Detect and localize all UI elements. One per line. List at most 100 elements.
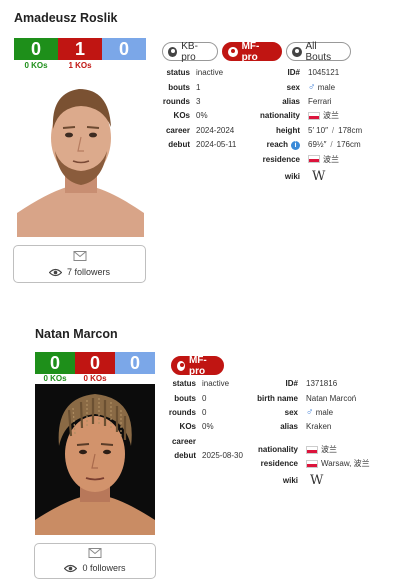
record-boxes: 0 0 0 — [35, 352, 155, 374]
status-value: inactive — [196, 68, 224, 78]
residence-value[interactable]: 波兰 — [323, 155, 339, 164]
wiki-label: wiki — [282, 476, 298, 486]
tab-mf-pro[interactable]: MF-pro — [222, 40, 282, 63]
status-label: status — [172, 379, 196, 389]
user-icon — [168, 46, 178, 57]
height-metric: 178cm — [338, 125, 363, 135]
wikipedia-icon[interactable]: W — [312, 169, 325, 184]
career-value: 2024-2024 — [196, 125, 235, 135]
birth-name-label: birth name — [257, 393, 298, 403]
followers-count: 0 followers — [82, 563, 126, 573]
bouts-value: 1 — [196, 82, 201, 92]
poland-flag-icon — [306, 445, 318, 454]
id-label: ID# — [285, 379, 298, 389]
debut-label: debut — [174, 451, 196, 461]
tab-all-bouts[interactable]: All Bouts — [286, 40, 351, 63]
status-value: inactive — [202, 379, 230, 389]
wins-count: 0 — [14, 38, 58, 60]
alias-value: Kraken — [306, 422, 332, 432]
ko-row: 0 KOs 0 KOs — [35, 374, 115, 383]
mail-icon[interactable] — [88, 548, 102, 558]
residence-label: residence — [262, 154, 300, 164]
wiki-label: wiki — [284, 171, 300, 181]
draws-count: 0 — [115, 352, 155, 374]
male-icon: ♂ — [308, 81, 316, 93]
losses-count: 0 — [75, 352, 115, 374]
user-icon — [292, 46, 302, 57]
residence-label: residence — [260, 459, 298, 469]
stats-right: ID# 1371816 birth name Natan Marcoń sex ♂ m… — [250, 377, 370, 491]
follow-card: 7 followers — [13, 245, 146, 283]
bouts-label: bouts — [168, 82, 190, 92]
male-icon: ♂ — [306, 406, 314, 418]
fighter-name[interactable]: Amadeusz Roslik — [14, 11, 118, 25]
fighter-name[interactable]: Natan Marcon — [35, 327, 118, 341]
poland-flag-icon — [306, 460, 318, 469]
bouts-value: 0 — [202, 393, 207, 403]
tab-label: All Bouts — [305, 40, 332, 63]
follow-card: 0 followers — [34, 543, 156, 579]
fighter-photo — [17, 71, 144, 237]
user-icon — [228, 46, 238, 57]
reach-label: reach — [266, 140, 288, 150]
wikipedia-icon[interactable]: W — [310, 474, 323, 488]
kos-value: 0% — [196, 111, 208, 121]
wins-ko-count: 0 KOs — [24, 61, 48, 70]
info-icon[interactable]: i — [291, 140, 300, 150]
id-value: 1045121 — [308, 68, 340, 78]
rounds-value: 0 — [202, 407, 207, 417]
debut-label: debut — [168, 140, 190, 150]
debut-value[interactable]: 2025-08-30 — [202, 449, 243, 463]
nationality-label: nationality — [257, 444, 298, 454]
nationality-value[interactable]: 波兰 — [321, 445, 337, 454]
sex-value: male — [315, 407, 334, 417]
tab-label: MF-pro — [188, 354, 207, 377]
rounds-label: rounds — [168, 407, 196, 417]
tab-label: KB-pro — [181, 40, 198, 63]
career-label: career — [165, 125, 190, 135]
nationality-value[interactable]: 波兰 — [323, 111, 339, 120]
tab-label: MF-pro — [241, 40, 260, 63]
wins-count: 0 — [35, 352, 75, 374]
rounds-value: 3 — [196, 96, 201, 106]
tab-mf-pro[interactable]: MF-pro — [171, 354, 224, 377]
eye-icon — [64, 564, 78, 572]
alias-value: Ferrari — [308, 96, 332, 106]
rounds-label: rounds — [162, 96, 190, 106]
sex-label: sex — [286, 82, 300, 92]
id-label: ID# — [287, 68, 300, 78]
poland-flag-icon — [308, 112, 320, 121]
height-label: height — [276, 125, 300, 135]
alias-label: alias — [280, 422, 298, 432]
reach-separator: / — [330, 140, 333, 150]
tab-kb-pro[interactable]: KB-pro — [162, 40, 218, 63]
birth-name-value: Natan Marcoń — [306, 393, 357, 403]
followers-row[interactable]: 0 followers — [35, 563, 155, 573]
stats-right: ID# 1045121 sex ♂ male alias Ferrari nation… — [244, 66, 362, 187]
losses-ko-count: 0 KOs — [83, 374, 107, 383]
height-separator: / — [331, 125, 335, 135]
ko-row: 0 KOs 1 KOs — [14, 61, 102, 70]
followers-row[interactable]: 7 followers — [14, 267, 145, 277]
id-value: 1371816 — [306, 379, 338, 389]
stats-left: status inactive bouts 0 rounds 0 KOs 0% care… — [158, 377, 243, 463]
residence-value[interactable]: Warsaw, 波兰 — [321, 459, 370, 468]
user-icon — [177, 360, 185, 371]
kos-label: KOs — [173, 111, 190, 121]
followers-count: 7 followers — [66, 267, 111, 277]
career-label: career — [171, 436, 196, 446]
status-label: status — [166, 68, 190, 78]
kos-value: 0% — [202, 422, 214, 432]
draws-count: 0 — [102, 38, 146, 60]
mail-icon[interactable] — [73, 251, 86, 261]
losses-ko-count: 1 KOs — [68, 61, 92, 70]
wins-ko-count: 0 KOs — [43, 374, 67, 383]
losses-count: 1 — [58, 38, 102, 60]
sex-value: male — [317, 82, 336, 92]
reach-metric: 176cm — [336, 140, 361, 150]
sex-label: sex — [284, 407, 298, 417]
eye-icon — [48, 268, 62, 276]
stats-left: status inactive bouts 1 rounds 3 KOs 0% care… — [150, 66, 236, 152]
bouts-label: bouts — [174, 393, 196, 403]
debut-value[interactable]: 2024-05-11 — [196, 138, 236, 152]
